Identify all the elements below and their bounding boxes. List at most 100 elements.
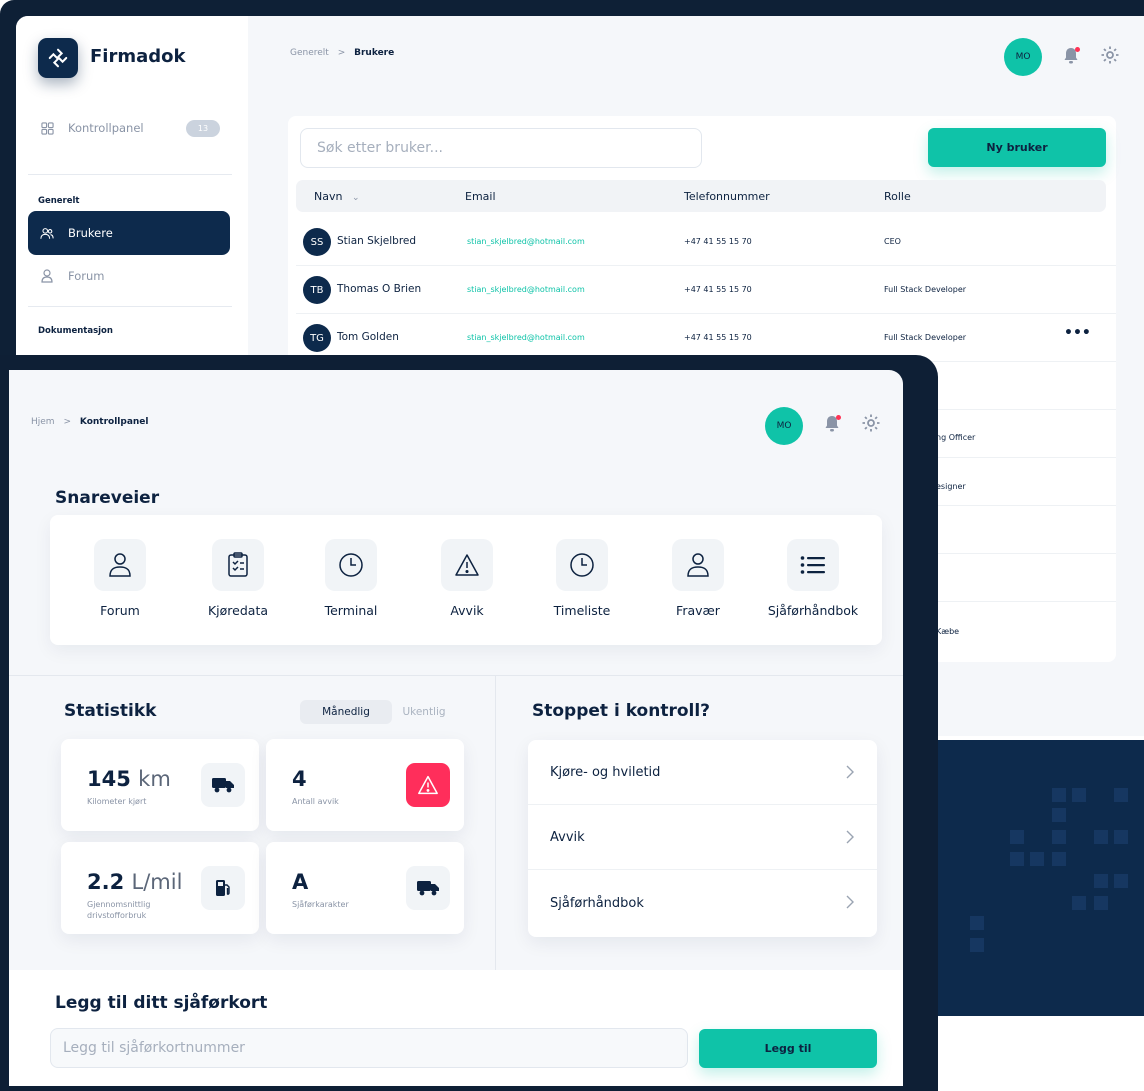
- breadcrumb-current: Kontrollpanel: [79, 417, 149, 427]
- section-heading-docs: Dokumentasjon: [38, 326, 113, 336]
- stat-label: Antall avvik: [292, 797, 339, 806]
- inspection-item-driving-rest-time[interactable]: Kjøre- og hviletid: [528, 740, 877, 805]
- shortcut-label: Sjåførhåndbok: [767, 603, 859, 618]
- chevron-right-icon: [846, 765, 854, 779]
- stat-value: 145 km: [87, 767, 171, 791]
- stat-value: 4: [292, 767, 307, 791]
- shortcut-sjaforhandbok[interactable]: Sjåførhåndbok: [758, 539, 868, 618]
- list-icon: [787, 539, 839, 591]
- user-email[interactable]: stian_skjelbred@hotmail.com: [467, 333, 585, 342]
- user-role: CEO: [884, 237, 901, 246]
- driver-card-title: Legg til ditt sjåførkort: [55, 993, 268, 1013]
- user-email[interactable]: stian_skjelbred@hotmail.com: [467, 237, 585, 246]
- sidebar-item-dashboard[interactable]: Kontrollpanel 13: [28, 106, 230, 150]
- notification-count-badge: 13: [186, 120, 220, 137]
- user-role: esigner: [936, 482, 966, 491]
- shortcut-avvik[interactable]: Avvik: [412, 539, 522, 618]
- breadcrumb-separator: >: [63, 417, 71, 427]
- user-phone: +47 41 55 15 70: [684, 237, 752, 246]
- column-header-name[interactable]: Navn ⌄: [314, 190, 360, 203]
- toggle-weekly[interactable]: Ukentlig: [396, 700, 452, 724]
- bell-icon[interactable]: [822, 414, 842, 434]
- new-user-button[interactable]: Ny bruker: [928, 128, 1106, 167]
- table-row[interactable]: SS Stian Skjelbred stian_skjelbred@hotma…: [296, 218, 1116, 266]
- notification-dot: [1075, 47, 1080, 52]
- stat-label: Sjåførkarakter: [292, 900, 349, 909]
- user-icon: [40, 269, 54, 283]
- avatar: SS: [303, 228, 331, 256]
- bell-icon[interactable]: [1061, 46, 1081, 66]
- table-header: Navn ⌄ Email Telefonnummer Rolle: [296, 180, 1106, 212]
- stat-value: 2.2 L/mil: [87, 870, 183, 894]
- user-email[interactable]: stian_skjelbred@hotmail.com: [467, 285, 585, 294]
- warning-icon: [406, 763, 450, 807]
- shortcut-label: Forum: [100, 603, 140, 618]
- avatar[interactable]: MO: [1004, 38, 1042, 76]
- dashboard-window: Hjem > Kontrollpanel MO Snareveier Forum: [0, 355, 938, 1091]
- gear-icon[interactable]: [1100, 45, 1120, 65]
- fuel-pump-icon: [201, 866, 245, 910]
- shortcut-label: Terminal: [324, 603, 378, 618]
- inspection-title: Stoppet i kontroll?: [532, 701, 711, 721]
- shortcut-forum[interactable]: Forum: [65, 539, 175, 618]
- driver-card-input[interactable]: Legg til sjåførkortnummer: [50, 1028, 688, 1068]
- shortcut-kjoredata[interactable]: Kjøredata: [183, 539, 293, 618]
- period-toggle: Månedlig Ukentlig: [300, 700, 452, 724]
- stat-card-fuel: 2.2 L/mil Gjennomsnittlig drivstofforbruk: [61, 842, 259, 934]
- user-icon: [94, 539, 146, 591]
- divider: [28, 174, 232, 175]
- chevron-right-icon: [846, 895, 854, 909]
- shortcut-fravaer[interactable]: Fravær: [643, 539, 753, 618]
- shortcut-timeliste[interactable]: Timeliste: [527, 539, 637, 618]
- add-card-button[interactable]: Legg til: [699, 1029, 877, 1068]
- sidebar-item-forum[interactable]: Forum: [28, 254, 230, 298]
- sidebar-item-label: Kontrollpanel: [68, 121, 144, 135]
- statistics-title: Statistikk: [64, 701, 157, 721]
- user-phone: +47 41 55 15 70: [684, 333, 752, 342]
- shortcut-label: Avvik: [450, 603, 484, 618]
- breadcrumb-separator: >: [337, 48, 346, 58]
- column-header-role: Rolle: [884, 190, 911, 203]
- grid-icon: [40, 121, 54, 135]
- shortcut-label: Fravær: [676, 603, 720, 618]
- divider: [9, 675, 903, 676]
- more-options-icon[interactable]: •••: [1064, 325, 1091, 341]
- shortcut-terminal[interactable]: Terminal: [296, 539, 406, 618]
- avatar: TG: [303, 324, 331, 352]
- user-name: Stian Skjelbred: [337, 235, 417, 247]
- stat-value: A: [292, 870, 309, 894]
- app-name: Firmadok: [90, 46, 186, 67]
- table-row[interactable]: TB Thomas O Brien stian_skjelbred@hotmai…: [296, 266, 1116, 314]
- inspection-item-handbook[interactable]: Sjåførhåndbok: [528, 870, 877, 937]
- truck-icon: [406, 866, 450, 910]
- user-role: Full Stack Developer: [884, 285, 967, 294]
- column-header-phone: Telefonnummer: [684, 190, 770, 203]
- breadcrumb-parent[interactable]: Generelt: [290, 48, 329, 58]
- clipboard-icon: [212, 539, 264, 591]
- dashboard-content: Hjem > Kontrollpanel MO Snareveier Forum: [9, 370, 903, 1086]
- user-name: Thomas O Brien: [337, 283, 422, 295]
- user-phone: +47 41 55 15 70: [684, 285, 752, 294]
- search-input[interactable]: Søk etter bruker...: [300, 128, 702, 168]
- gear-icon[interactable]: [861, 413, 881, 433]
- toggle-monthly[interactable]: Månedlig: [300, 700, 392, 724]
- notification-dot: [836, 415, 841, 420]
- sidebar-item-label: Brukere: [68, 226, 113, 240]
- clock-icon: [556, 539, 608, 591]
- stat-label: Gjennomsnittlig drivstofforbruk: [87, 900, 151, 920]
- breadcrumb-parent[interactable]: Hjem: [31, 417, 55, 427]
- sidebar-item-users[interactable]: Brukere: [28, 211, 230, 255]
- divider: [495, 675, 496, 970]
- user-role: Kæbe: [936, 627, 960, 636]
- divider: [28, 306, 232, 307]
- avatar[interactable]: MO: [765, 407, 803, 445]
- users-icon: [40, 226, 54, 240]
- breadcrumb: Generelt > Brukere: [290, 48, 394, 58]
- stat-card-grade: A Sjåførkarakter: [266, 842, 464, 934]
- user-role: ng Officer: [936, 433, 976, 442]
- truck-icon: [201, 763, 245, 807]
- shortcuts-title: Snareveier: [55, 488, 160, 508]
- inspection-card: Kjøre- og hviletid Avvik Sjåførhåndbok: [528, 740, 877, 937]
- inspection-item-deviation[interactable]: Avvik: [528, 805, 877, 870]
- logo-icon[interactable]: [38, 38, 78, 78]
